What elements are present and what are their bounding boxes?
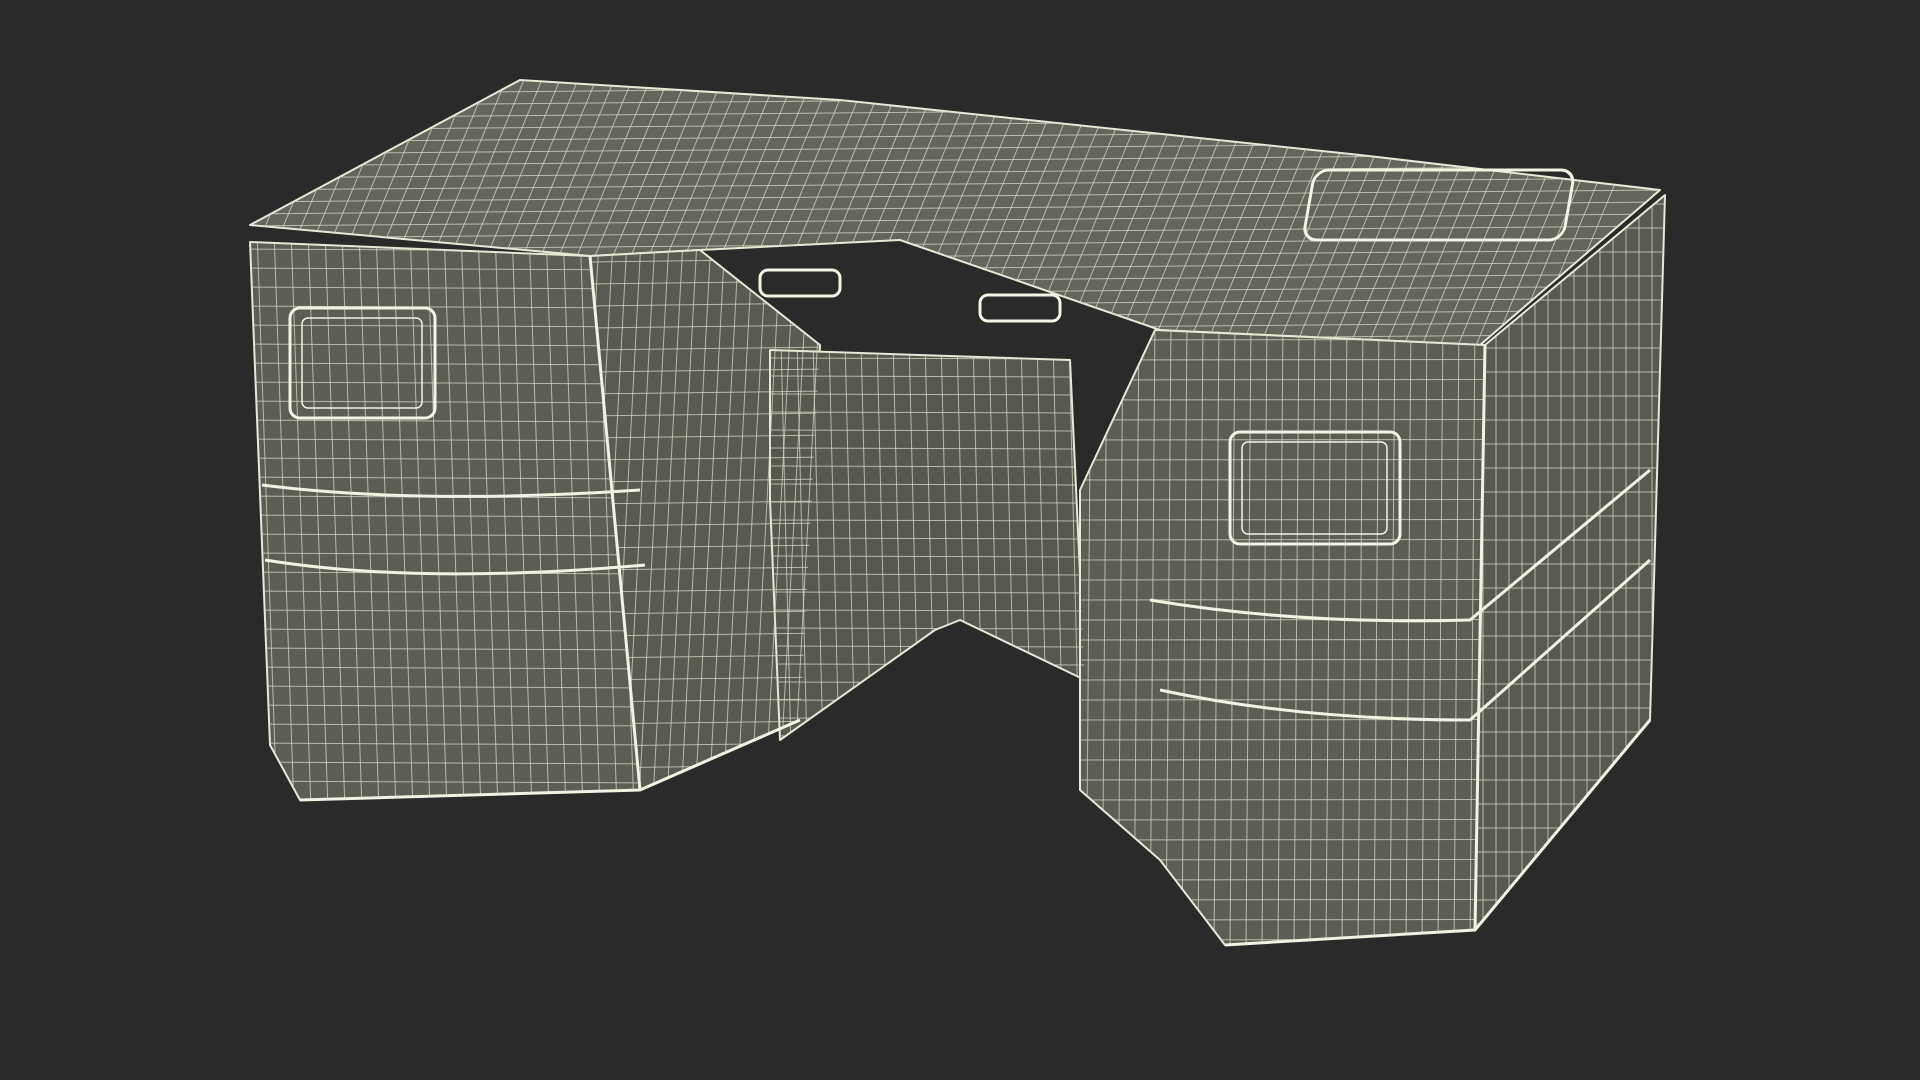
wire-line — [1080, 559, 1485, 561]
wire-line — [250, 81, 1660, 95]
wire-line — [1080, 359, 1485, 361]
wire-line — [250, 80, 259, 345]
wire-line — [1080, 579, 1485, 581]
wire-line — [1080, 839, 1485, 841]
wire-line — [1080, 699, 1485, 701]
wire-line — [1080, 819, 1485, 821]
wire-line — [1080, 779, 1485, 781]
wire-line — [120, 70, 240, 360]
wire-line — [1080, 499, 1485, 501]
wire-line — [1080, 919, 1485, 921]
center-drawer-handle-left — [758, 268, 842, 298]
center-drawer-handle-right — [978, 293, 1062, 323]
wire-line — [1080, 859, 1485, 861]
wire-line — [770, 717, 1085, 720]
desk-body — [249, 79, 1666, 946]
render-viewport — [0, 0, 1920, 1080]
wire-line — [1080, 519, 1485, 521]
wire-line — [1080, 379, 1485, 381]
wire-line — [250, 80, 1660, 83]
desk-wireframe-model — [120, 58, 1670, 947]
wire-line — [1080, 539, 1485, 541]
wire-line — [1080, 599, 1485, 601]
knee-space-back — [769, 349, 1086, 741]
wire-line — [240, 58, 1670, 70]
wire-line — [250, 93, 1660, 107]
wire-line — [1080, 799, 1485, 801]
wire-line — [1080, 399, 1485, 401]
wire-line — [1080, 459, 1485, 461]
wire-line — [1080, 659, 1485, 661]
wire-line — [1080, 759, 1485, 761]
wire-line — [1080, 679, 1485, 681]
wire-line — [1080, 899, 1485, 901]
wire-line — [1080, 879, 1485, 881]
wire-line — [770, 735, 1085, 738]
wire-line — [1080, 639, 1485, 641]
wire-line — [1080, 419, 1485, 421]
wire-line — [1080, 439, 1485, 441]
wire-line — [1080, 739, 1485, 741]
wire-line — [1080, 479, 1485, 481]
